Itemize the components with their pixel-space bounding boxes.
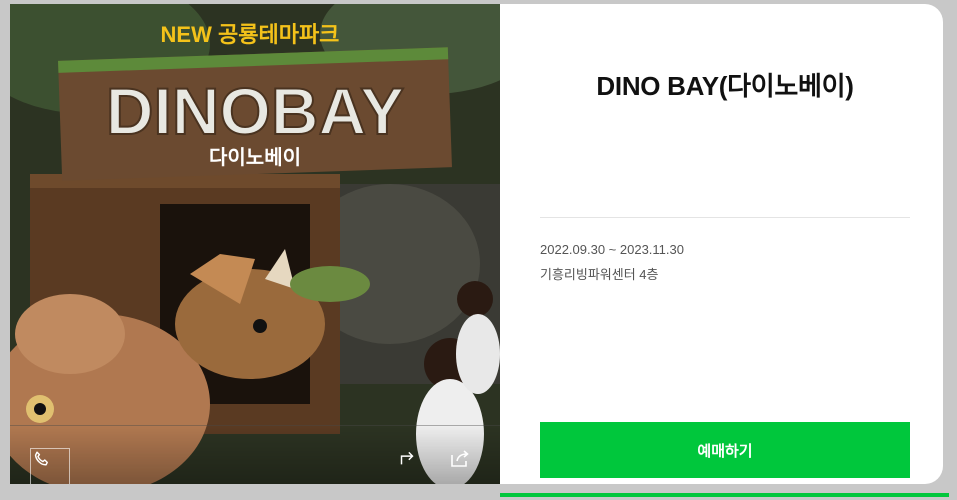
event-card: NEW 공룡테마파크 DINOBAY 다이노베이 DINO BAY(다이노베이)… bbox=[10, 4, 943, 484]
sign-sub-text: 다이노베이 bbox=[209, 146, 301, 169]
event-venue: 기흥리빙파워센터 4층 bbox=[540, 267, 659, 282]
share-arrow-icon bbox=[400, 451, 414, 465]
poster-artwork: NEW 공룡테마파크 DINOBAY 다이노베이 bbox=[10, 4, 500, 484]
share-box-icon bbox=[451, 450, 469, 467]
sign-top-text: NEW 공룡테마파크 bbox=[161, 22, 340, 47]
event-poster-image: NEW 공룡테마파크 DINOBAY 다이노베이 bbox=[10, 4, 500, 484]
event-date-range: 2022.09.30 ~ 2023.11.30 bbox=[540, 242, 684, 257]
phone-button[interactable] bbox=[30, 448, 70, 484]
share-button[interactable] bbox=[448, 446, 486, 484]
accent-bottom-line bbox=[500, 493, 949, 497]
event-info-panel: DINO BAY(다이노베이) 2022.09.30 ~ 2023.11.30 … bbox=[540, 4, 910, 484]
sign-main-text: DINOBAY bbox=[106, 74, 404, 148]
phone-icon bbox=[34, 451, 48, 466]
share-link-button[interactable] bbox=[396, 446, 434, 484]
event-title: DINO BAY(다이노베이) bbox=[596, 71, 854, 101]
book-button[interactable]: 예매하기 bbox=[540, 422, 910, 478]
divider bbox=[540, 217, 910, 218]
